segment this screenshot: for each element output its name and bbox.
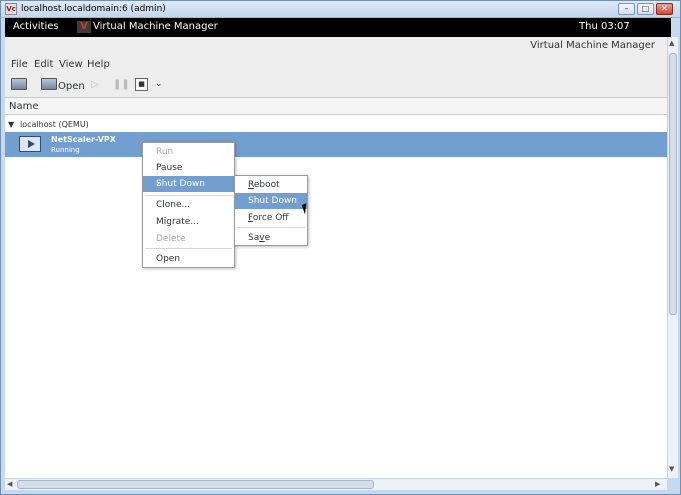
vm-state: Running: [51, 146, 80, 154]
open-button-icon-wrap[interactable]: [41, 78, 57, 94]
toolbar: Open ▷ ❚❚ ■ ⌄: [5, 74, 667, 98]
pause-icon: ❚❚: [113, 79, 130, 90]
run-icon: ▷: [91, 79, 99, 90]
menu-separator: [145, 195, 232, 196]
submenu-separator: [237, 227, 305, 228]
panel-clock[interactable]: Thu 03:07: [579, 21, 630, 32]
vm-context-menu: Run Pause Shut Down › Clone... Migrate...…: [142, 142, 235, 268]
panel-app-menu[interactable]: Virtual Machine Manager: [93, 21, 218, 32]
menu-item-shutdown[interactable]: Shut Down ›: [143, 176, 234, 192]
vertical-scroll-thumb[interactable]: [669, 53, 677, 315]
scroll-up-icon[interactable]: ▲: [669, 39, 674, 47]
menu-bar: File Edit View Help: [5, 57, 667, 74]
column-header[interactable]: Name: [5, 98, 667, 115]
monitor-icon: [41, 78, 57, 90]
menu-file[interactable]: File: [11, 59, 28, 70]
scroll-right-icon[interactable]: ▶: [655, 480, 660, 488]
submenu-item-save[interactable]: Save: [235, 230, 307, 246]
submenu-item-shutdown[interactable]: Shut Down: [235, 193, 307, 209]
menu-item-migrate[interactable]: Migrate...: [143, 214, 234, 230]
open-button[interactable]: Open: [58, 81, 85, 92]
app-title: Virtual Machine Manager: [530, 40, 655, 51]
shutdown-icon[interactable]: ■: [135, 78, 148, 91]
scroll-left-icon[interactable]: ◀: [7, 480, 12, 488]
submenu-item-reboot[interactable]: Reboot: [235, 177, 307, 193]
menu-item-run: Run: [156, 147, 174, 157]
submenu-item-force-off[interactable]: Force Off: [235, 210, 307, 226]
column-name[interactable]: Name: [9, 101, 39, 112]
vnc-title-bar: Vc localhost.localdomain:6 (admin) – □ ✕: [1, 1, 680, 18]
vnc-window-title: localhost.localdomain:6 (admin): [21, 4, 166, 14]
new-vm-button[interactable]: [11, 78, 29, 94]
vertical-scrollbar[interactable]: ▲ ▼: [667, 37, 678, 478]
expander-icon[interactable]: ▼: [8, 120, 14, 129]
vnc-window: Vc localhost.localdomain:6 (admin) – □ ✕…: [0, 0, 681, 495]
menu-item-delete: Delete: [156, 234, 186, 244]
new-vm-icon: [11, 78, 27, 90]
vnc-app-icon: Vc: [5, 3, 17, 15]
virt-manager-logo-icon: V: [77, 21, 91, 33]
close-button[interactable]: ✕: [656, 3, 673, 15]
menu-item-clone[interactable]: Clone...: [143, 197, 234, 213]
scroll-down-icon[interactable]: ▼: [669, 465, 674, 473]
shutdown-dropdown-icon[interactable]: ⌄: [155, 79, 163, 95]
menu-item-open[interactable]: Open: [143, 251, 234, 267]
gnome-top-panel: Activities V Virtual Machine Manager Thu…: [5, 18, 671, 37]
menu-item-pause[interactable]: Pause: [143, 160, 234, 176]
host-row[interactable]: ▼ localhost (QEMU): [5, 117, 667, 132]
menu-help[interactable]: Help: [87, 59, 110, 70]
horizontal-scroll-thumb[interactable]: [17, 480, 374, 489]
menu-view[interactable]: View: [59, 59, 83, 70]
vm-row[interactable]: NetScaler-VPX Running: [5, 132, 667, 157]
shutdown-submenu: Reboot Shut Down Force Off Save: [234, 175, 308, 246]
vm-running-icon: [19, 136, 41, 152]
maximize-button[interactable]: □: [637, 3, 654, 15]
menu-separator: [145, 248, 232, 249]
vm-name: NetScaler-VPX: [51, 135, 116, 144]
submenu-arrow-icon: ›: [156, 179, 160, 189]
horizontal-scrollbar[interactable]: ◀ ▶: [5, 478, 667, 490]
app-title-bar: Virtual Machine Manager: [5, 37, 667, 57]
host-label: localhost (QEMU): [20, 120, 89, 129]
minimize-button[interactable]: –: [618, 3, 635, 15]
activities-button[interactable]: Activities: [13, 21, 59, 32]
virt-manager-window: Virtual Machine Manager File Edit View H…: [5, 37, 667, 478]
menu-edit[interactable]: Edit: [34, 59, 53, 70]
